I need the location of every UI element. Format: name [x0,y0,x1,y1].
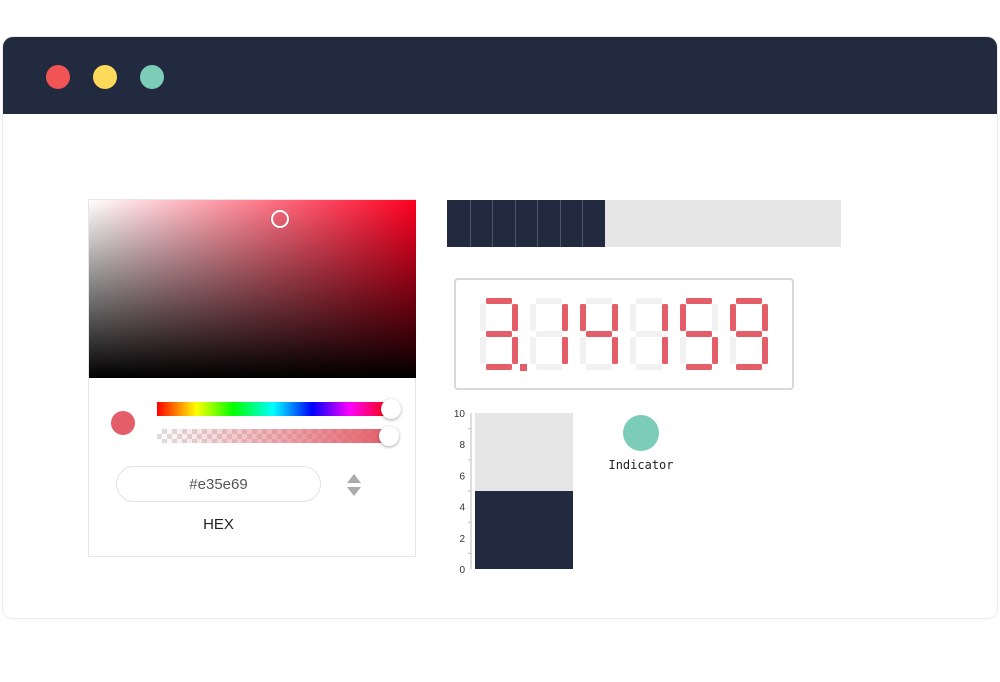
segment-f [630,304,636,331]
indicator-light [623,415,659,451]
segment-g [486,331,512,337]
hue-slider[interactable] [157,402,389,416]
segment-a [586,298,612,304]
segment-b [512,304,518,331]
segment-g [586,331,612,337]
segment-b [662,304,668,331]
segment-g [686,331,712,337]
zoom-window-button[interactable] [140,65,164,89]
segment-c [712,337,718,364]
progress-bar [447,200,841,247]
segment-f [530,304,536,331]
segment-d [486,364,512,370]
segment-digits [480,298,768,371]
segment-g [736,331,762,337]
arrow-down-icon [347,487,361,496]
segment-a [536,298,562,304]
segment-c [562,337,568,364]
digit-1 [530,298,568,370]
gauge-fill [475,491,573,569]
progress-segment-divider [492,200,493,247]
saturation-handle[interactable] [271,210,289,228]
segment-a [486,298,512,304]
segment-d [636,364,662,370]
window-titlebar [3,37,997,114]
segment-b [712,304,718,331]
gauge-tick-label: 0 [459,565,465,576]
digit-3 [630,298,668,370]
gauge-tick-label: 2 [459,534,465,545]
segment-b [562,304,568,331]
gauge-tick-label: 4 [459,503,465,514]
segment-c [512,337,518,364]
segment-f [480,304,486,331]
color-picker: HEX [88,199,416,557]
digit-5 [730,298,768,370]
hex-value-input[interactable] [116,466,321,502]
segment-a [686,298,712,304]
decimal-point-segment [520,364,527,371]
segment-d [736,364,762,370]
progress-segment-divider [470,200,471,247]
segment-e [480,337,486,364]
segment-f [580,304,586,331]
segment-f [680,304,686,331]
segment-c [662,337,668,364]
segment-e [630,337,636,364]
color-mode-label: HEX [203,516,234,533]
segment-b [612,304,618,331]
segment-e [580,337,586,364]
color-mode-toggle[interactable] [346,472,362,498]
alpha-slider-handle[interactable] [379,426,399,446]
hue-slider-handle[interactable] [381,399,401,419]
gauge-tick-label: 6 [459,471,465,482]
segment-f [730,304,736,331]
progress-segment-divider [582,200,583,247]
digit-4 [680,298,718,370]
arrow-up-icon [347,474,361,483]
segment-a [636,298,662,304]
close-window-button[interactable] [46,65,70,89]
segment-a [736,298,762,304]
segment-e [680,337,686,364]
current-color-swatch [111,411,135,435]
segment-c [612,337,618,364]
segment-d [586,364,612,370]
progress-segment-divider [560,200,561,247]
segment-b [762,304,768,331]
bar-gauge: 10 8 6 4 2 0 [454,409,573,576]
segment-g [636,331,662,337]
progress-fill [447,200,605,247]
progress-segment-divider [537,200,538,247]
segment-c [762,337,768,364]
gauge-tick-label: 10 [454,409,466,420]
segment-e [730,337,736,364]
progress-segment-divider [515,200,516,247]
digit-0 [480,298,518,370]
app-window: HEX 10 8 6 4 2 0 Indicator [3,37,997,618]
segment-display [454,278,794,390]
digit-2 [580,298,618,370]
segment-d [686,364,712,370]
segment-g [536,331,562,337]
segment-e [530,337,536,364]
segment-d [536,364,562,370]
alpha-slider[interactable] [157,429,389,443]
indicator-label: Indicator [608,458,674,472]
gauge-tick-label: 8 [459,440,465,451]
saturation-area[interactable] [89,200,416,378]
minimize-window-button[interactable] [93,65,117,89]
